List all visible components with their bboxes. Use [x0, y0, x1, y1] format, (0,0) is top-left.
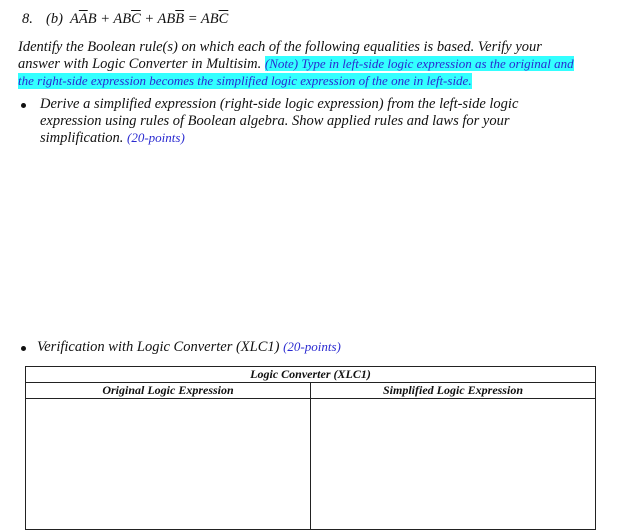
- bullet-icon: [21, 346, 26, 351]
- original-expression-cell[interactable]: [25, 398, 311, 530]
- question-part: (b): [46, 11, 63, 27]
- instruction-text: answer with Logic Converter in Multisim.: [18, 56, 262, 72]
- bullet-1-line-3: simplification. (20-points): [40, 130, 185, 147]
- note-highlight: (Note) Type in left-side logic expressio…: [264, 56, 574, 71]
- points-label: (20-points): [127, 130, 185, 145]
- term: = AB: [184, 11, 219, 27]
- term: B: [87, 11, 97, 27]
- bullet-2-line: Verification with Logic Converter (XLC1)…: [37, 339, 341, 356]
- term: A: [70, 11, 79, 27]
- term: C: [218, 11, 229, 27]
- table-title: Logic Converter (XLC1): [25, 366, 596, 383]
- instruction-line-2: answer with Logic Converter in Multisim.…: [18, 56, 574, 73]
- term: + AB: [96, 11, 132, 27]
- term: B: [175, 11, 185, 27]
- term: + AB: [140, 11, 176, 27]
- col-header-original: Original Logic Expression: [25, 382, 311, 399]
- logic-converter-table: Logic Converter (XLC1) Original Logic Ex…: [25, 366, 596, 530]
- term: C: [131, 11, 141, 27]
- boolean-equation: AAB + ABC + ABB = ABC: [70, 11, 228, 28]
- col-header-simplified: Simplified Logic Expression: [310, 382, 596, 399]
- question-number: 8.: [22, 11, 33, 27]
- text: simplification.: [40, 130, 124, 146]
- simplified-expression-cell[interactable]: [310, 398, 596, 530]
- bullet-icon: [21, 103, 26, 108]
- text: Verification with Logic Converter (XLC1): [37, 339, 280, 355]
- note-highlight-2: the right-side expression becomes the si…: [18, 73, 472, 89]
- bullet-1-line-1: Derive a simplified expression (right-si…: [40, 96, 519, 112]
- term: A: [78, 11, 88, 27]
- bullet-1-line-2: expression using rules of Boolean algebr…: [40, 113, 510, 129]
- points-label: (20-points): [283, 339, 341, 354]
- instruction-line-1: Identify the Boolean rule(s) on which ea…: [18, 39, 542, 55]
